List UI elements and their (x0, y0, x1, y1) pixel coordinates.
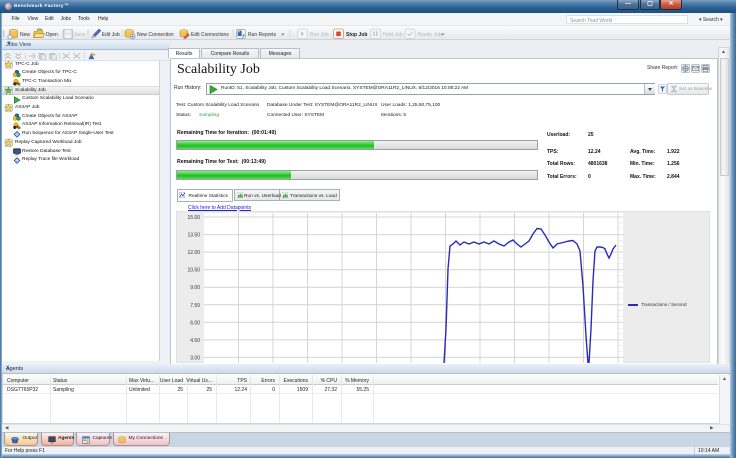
svg-text:4.50: 4.50 (190, 338, 200, 344)
svg-text:7.50: 7.50 (190, 303, 200, 309)
svg-text:6.00: 6.00 (190, 320, 200, 326)
svg-text:10.50: 10.50 (187, 268, 200, 274)
svg-text:9.00: 9.00 (190, 285, 200, 291)
svg-text:15.00: 15.00 (187, 215, 200, 221)
svg-text:3.00: 3.00 (190, 355, 200, 361)
svg-text:13.50: 13.50 (187, 233, 200, 239)
svg-text:12.00: 12.00 (187, 250, 200, 256)
